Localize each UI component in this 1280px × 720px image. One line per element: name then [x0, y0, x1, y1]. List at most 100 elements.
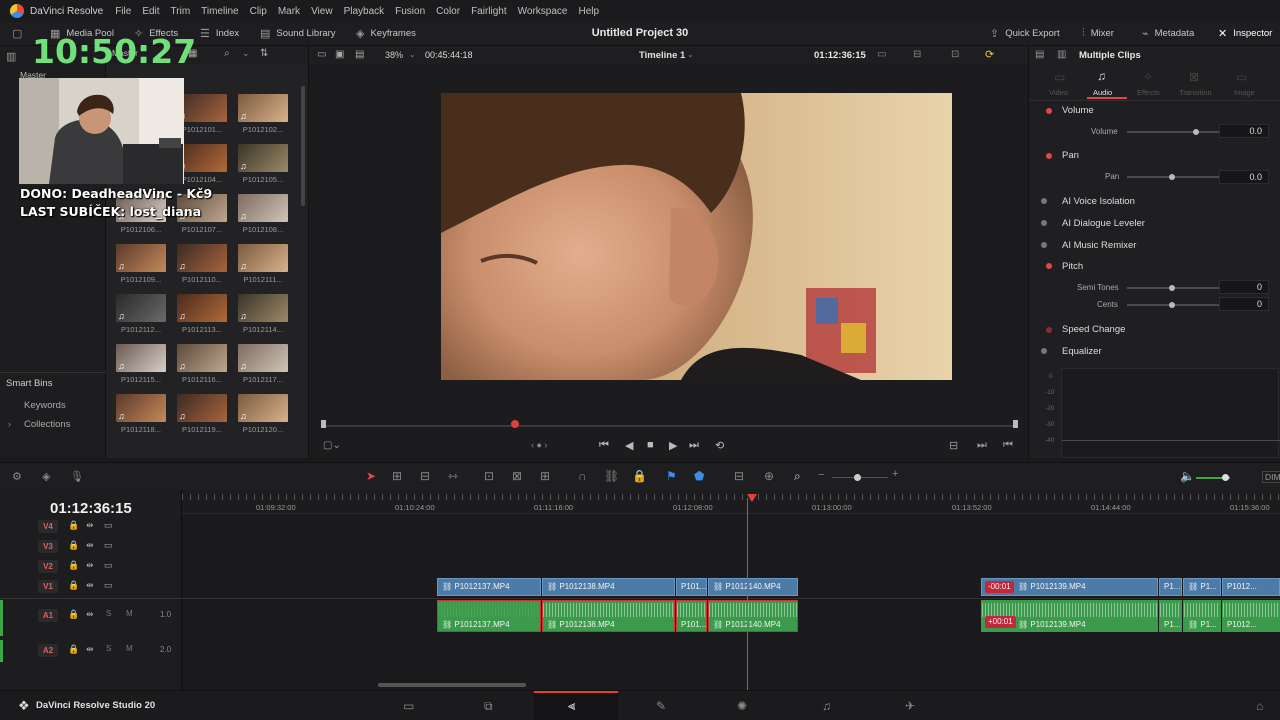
tab-transition[interactable]: Transition [1179, 88, 1212, 97]
clip-thumbnail[interactable]: ♫ [116, 394, 166, 422]
playhead-marker[interactable] [511, 420, 519, 428]
play-icon[interactable]: ▶ [669, 439, 677, 452]
timeline-name[interactable]: Timeline 1 [639, 50, 685, 61]
mute-button[interactable]: M [126, 609, 133, 618]
clip-thumbnail[interactable]: ♫ [177, 394, 227, 422]
track-a2-label[interactable]: A2 [38, 644, 58, 657]
semi-tones-slider[interactable] [1127, 285, 1231, 291]
ai-voice-isolation-title[interactable]: AI Voice Isolation [1062, 196, 1135, 207]
playhead-line[interactable] [747, 498, 748, 690]
video-clip[interactable]: P1012... [1222, 578, 1280, 596]
viewer-scrubber[interactable] [321, 420, 1018, 428]
solo-button[interactable]: S [106, 609, 111, 618]
clip-thumbnail[interactable]: ♫ [238, 394, 288, 422]
audio-clip[interactable]: +00:01 ⛓ P1012139.MP4 [981, 600, 1158, 632]
speaker-icon[interactable]: 🔈 [1180, 469, 1195, 483]
menu-timeline[interactable]: Timeline [201, 6, 238, 17]
track-v2-label[interactable]: V2 [38, 560, 58, 573]
clip-thumbnail[interactable]: ♫ [177, 144, 227, 172]
zoom-full-icon[interactable]: ⊟ [734, 469, 744, 483]
prev-edit-icon[interactable]: ⏮ [1003, 439, 1013, 452]
audio-clip[interactable]: ⛓ P1012140.MP4 [708, 600, 798, 632]
zoom-detail-icon[interactable]: ⊕ [764, 469, 774, 483]
volume-enable-toggle[interactable] [1046, 108, 1052, 114]
clip-thumbnail[interactable]: ♫ [116, 344, 166, 372]
track-v1-label[interactable]: V1 [38, 580, 58, 593]
timeline-view-icon[interactable]: ◈ [42, 470, 50, 483]
video-clip[interactable]: P101... [676, 578, 707, 596]
audio-clip[interactable]: P1... [1159, 600, 1182, 632]
tab-audio[interactable]: Audio [1093, 88, 1112, 97]
pan-slider-knob[interactable] [1169, 174, 1175, 180]
track-v3-label[interactable]: V3 [38, 540, 58, 553]
zoom-out-icon[interactable]: − [818, 469, 824, 481]
speed-change-title[interactable]: Speed Change [1062, 324, 1125, 335]
go-to-start-icon[interactable]: ⏮ [599, 439, 609, 452]
pan-value-field[interactable]: 0.0 [1219, 170, 1269, 184]
clip-thumbnail[interactable]: ♫ [177, 94, 227, 122]
metadata-button[interactable]: ⌁ Metadata [1142, 27, 1194, 40]
snapping-icon[interactable]: ∩ [578, 469, 587, 483]
deliver-page-icon[interactable]: ✈ [905, 699, 915, 713]
lock-icon[interactable]: 🔒 [68, 540, 79, 551]
menu-clip[interactable]: Clip [250, 6, 267, 17]
speed-change-toggle[interactable] [1046, 327, 1052, 333]
search-icon[interactable]: ⌕ [224, 48, 230, 59]
volume-section-title[interactable]: Volume [1062, 105, 1094, 116]
clip-thumbnail[interactable]: ♫ [238, 144, 288, 172]
ai-music-remixer-title[interactable]: AI Music Remixer [1062, 240, 1136, 251]
menu-color[interactable]: Color [436, 6, 460, 17]
video-clip[interactable]: -00:01 ⛓ P1012139.MP4 [981, 578, 1158, 596]
out-point-handle[interactable] [1013, 420, 1018, 428]
volume-slider[interactable] [1127, 129, 1231, 135]
tab-effects[interactable]: Effects [1137, 88, 1160, 97]
zoom-slider[interactable] [832, 474, 888, 481]
cinema-viewer-icon[interactable]: ▤ [355, 49, 364, 60]
auto-select-icon[interactable]: ⇹ [86, 520, 94, 531]
volume-value-field[interactable]: 0.0 [1219, 124, 1269, 138]
timeline-options-icon[interactable]: ⚙ [12, 470, 22, 483]
menu-edit[interactable]: Edit [142, 6, 159, 17]
equalizer-title[interactable]: Equalizer [1062, 346, 1102, 357]
pitch-enable-toggle[interactable] [1046, 263, 1052, 269]
ai-dialogue-toggle[interactable] [1041, 220, 1047, 226]
equalizer-graph[interactable] [1061, 368, 1280, 458]
media-pool-scrollbar[interactable] [301, 86, 305, 206]
smart-bin-keywords[interactable]: Keywords [24, 400, 66, 411]
solo-button[interactable]: S [106, 644, 111, 653]
timeline-tracks[interactable]: 01:09:32:00 01:10:24:00 01:11:16:00 01:1… [182, 490, 1280, 690]
cut-page-icon[interactable]: ⧉ [484, 699, 493, 714]
menu-fairlight[interactable]: Fairlight [471, 6, 507, 17]
inspector-split-icon[interactable]: ▥ [1057, 49, 1066, 60]
lock-icon[interactable]: 🔒 [68, 609, 79, 620]
position-lock-icon[interactable]: 🔒 [632, 469, 647, 483]
pitch-section-title[interactable]: Pitch [1062, 261, 1083, 272]
edit-page-tab[interactable]: ⫷ [534, 691, 618, 720]
in-point-handle[interactable] [321, 420, 326, 428]
app-menu[interactable]: DaVinci Resolve [30, 6, 103, 17]
volume-slider-knob[interactable] [1193, 129, 1199, 135]
match-frame-icon[interactable]: ⊟ [949, 439, 958, 452]
panel-toggle-icon[interactable]: ▢ [12, 27, 28, 40]
tab-video[interactable]: Video [1049, 88, 1068, 97]
viewer-overlay-icon[interactable]: ▢⌄ [323, 440, 341, 451]
ai-dialogue-leveler-title[interactable]: AI Dialogue Leveler [1062, 218, 1145, 229]
clip-thumbnail[interactable]: ♫ [177, 294, 227, 322]
menu-trim[interactable]: Trim [171, 6, 191, 17]
replace-clip-icon[interactable]: ⊞ [540, 469, 550, 483]
clip-thumbnail[interactable]: ♫ [238, 294, 288, 322]
auto-select-icon[interactable]: ⇹ [86, 644, 94, 655]
audio-clip[interactable]: ⛓ P1012138.MP4 [542, 600, 675, 632]
volume-level-slider[interactable] [1196, 474, 1230, 481]
next-edit-icon[interactable]: ⏭ [977, 439, 987, 452]
cents-slider[interactable] [1127, 302, 1231, 308]
insert-clip-icon[interactable]: ⊡ [484, 469, 494, 483]
go-to-end-icon[interactable]: ⏭ [689, 439, 699, 452]
marker-icon[interactable]: ⬟ [694, 469, 704, 483]
clip-thumbnail[interactable]: ♫ [238, 94, 288, 122]
flag-icon[interactable]: ⚑ [666, 469, 677, 483]
quick-export-button[interactable]: ⇪ Quick Export [990, 27, 1060, 40]
auto-select-icon[interactable]: ⇹ [86, 560, 94, 571]
semi-tones-value[interactable]: 0 [1219, 280, 1269, 294]
clip-thumbnail[interactable]: ♫ [238, 194, 288, 222]
